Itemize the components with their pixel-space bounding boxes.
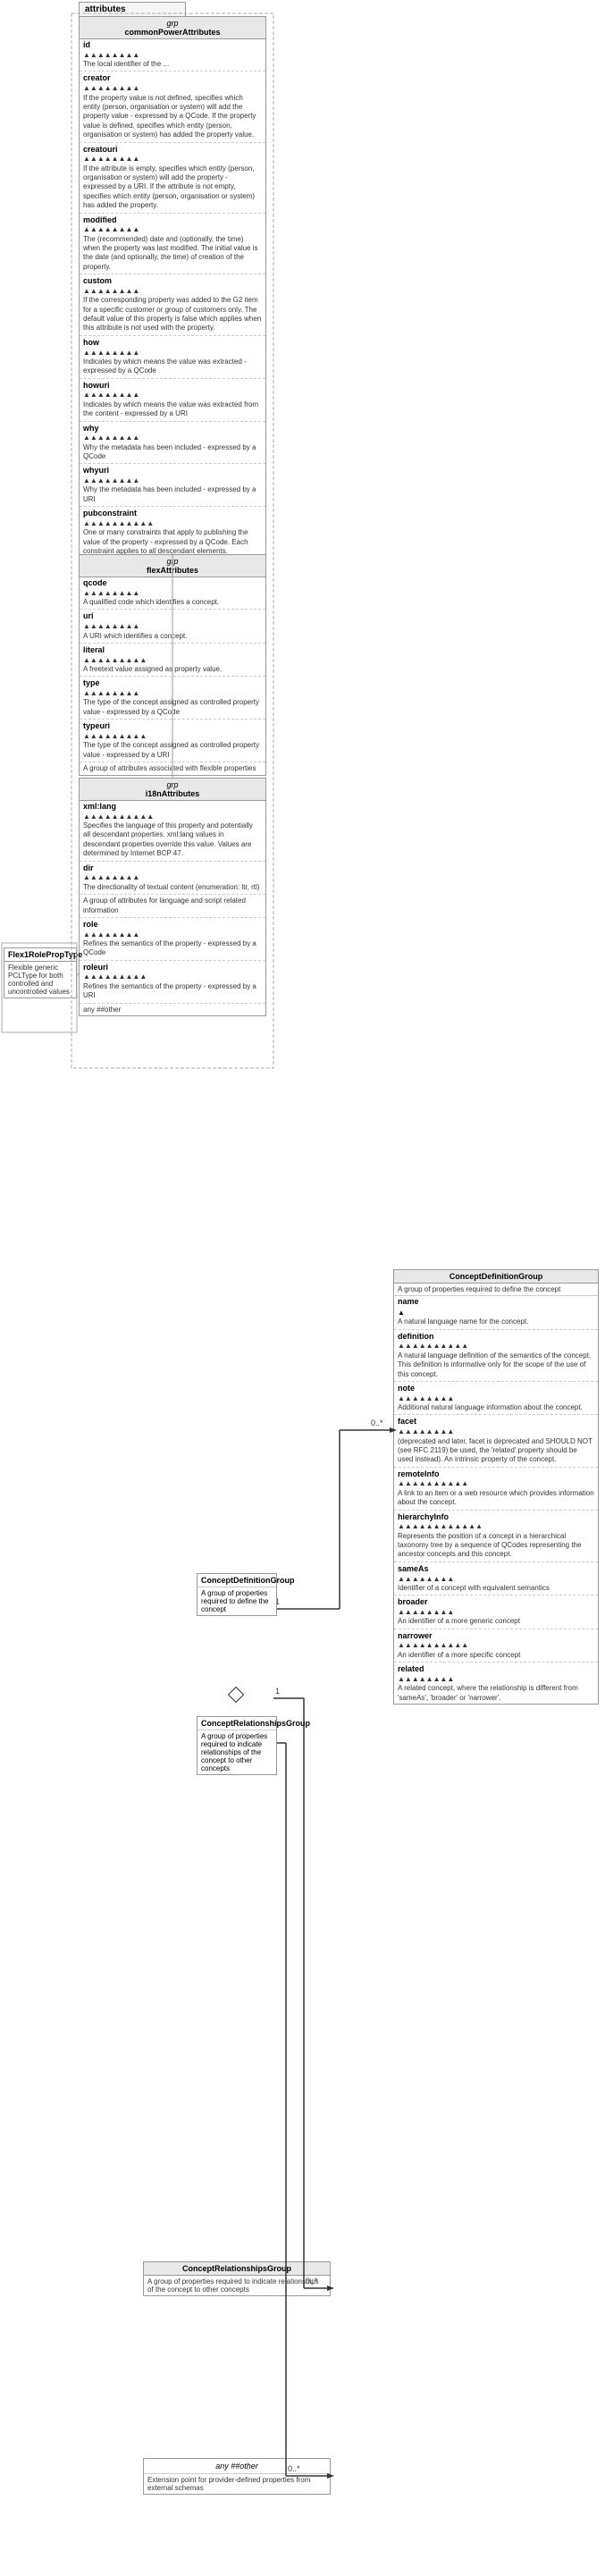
- cdef-field-facet: facet ▲▲▲▲▲▲▲▲ (deprecated and later, fa…: [394, 1416, 598, 1465]
- common-power-attributes-box: grp commonPowerAttributes id ▲▲▲▲▲▲▲▲ Th…: [79, 16, 266, 643]
- i18n-attributes-box: grp i18nAttributes xml:lang ▲▲▲▲▲▲▲▲▲▲ S…: [79, 778, 266, 1016]
- cdef-field-name: name ▲ A natural language name for the c…: [394, 1296, 598, 1328]
- cdef-field-note: note ▲▲▲▲▲▲▲▲ Additional natural languag…: [394, 1383, 598, 1413]
- i18n-attributes-header: grp i18nAttributes: [80, 779, 265, 801]
- concept-definition-group-header: ConceptDefinitionGroup: [394, 1270, 598, 1284]
- cdef-field-broader: broader ▲▲▲▲▲▲▲▲ An identifier of a more…: [394, 1596, 598, 1627]
- cdef-field-narrower: narrower ▲▲▲▲▲▲▲▲▲▲ An identifier of a m…: [394, 1630, 598, 1661]
- concept-relationships-header: ConceptRelationshipsGroup: [144, 2262, 330, 2276]
- i18n-field-roleuri: roleuri ▲▲▲▲▲▲▲▲▲ Refines the semantics …: [80, 962, 265, 1002]
- concept-relationships-group-box: ConceptRelationshipsGroup A group of pro…: [143, 2261, 331, 2296]
- flex-field-standard: A group of attributes associated with fl…: [80, 763, 265, 774]
- concept-rel-desc: A group of properties required to indica…: [144, 2276, 330, 2295]
- field-pubconstraint: pubconstraint ▲▲▲▲▲▲▲▲▲▲ One or many con…: [80, 508, 265, 557]
- field-how: how ▲▲▲▲▲▲▲▲ Indicates by which means th…: [80, 337, 265, 377]
- concept-rel-connector: ConceptRelationshipsGroup A group of pro…: [197, 1716, 277, 1775]
- concept-item-desc: A group of properties required to define…: [197, 1587, 276, 1615]
- cdef-field-definition: definition ▲▲▲▲▲▲▲▲▲▲ A natural language…: [394, 1331, 598, 1380]
- any-other-desc: Extension point for provider-defined pro…: [144, 2473, 330, 2494]
- any-other-label: any ##other: [144, 2459, 330, 2473]
- flex1-role-desc: Flexible generic PCLType for both contro…: [4, 962, 76, 998]
- any-other-box: any ##other Extension point for provider…: [143, 2458, 331, 2495]
- field-modified: modified ▲▲▲▲▲▲▲▲ The (recommended) date…: [80, 215, 265, 274]
- concept-item-box: ConceptDefinitionGroup A group of proper…: [197, 1573, 277, 1616]
- field-creator: creator ▲▲▲▲▲▲▲▲ If the property value i…: [80, 72, 265, 140]
- flex-field-uri: uri ▲▲▲▲▲▲▲▲ A URI which identifies a co…: [80, 610, 265, 641]
- cdef-field-hierarchyinfo: hierarchyInfo ▲▲▲▲▲▲▲▲▲▲▲▲ Represents th…: [394, 1511, 598, 1561]
- field-custom: custom ▲▲▲▲▲▲▲▲ If the corresponding pro…: [80, 275, 265, 334]
- field-whyuri: whyuri ▲▲▲▲▲▲▲▲ Why the metadata has bee…: [80, 465, 265, 505]
- svg-text:1: 1: [275, 1687, 280, 1696]
- concept-rel-connector-header: ConceptRelationshipsGroup: [197, 1717, 276, 1730]
- concept-rel-connector-desc: A group of properties required to indica…: [197, 1730, 276, 1774]
- cdef-field-remoteinfo: remoteInfo ▲▲▲▲▲▲▲▲▲▲ A link to an item …: [394, 1469, 598, 1509]
- diagram-container: attributes grp commonPowerAttributes id …: [0, 0, 605, 2576]
- cdef-field-related: related ▲▲▲▲▲▲▲▲ A related concept, wher…: [394, 1663, 598, 1704]
- i18n-field-xmllang: xml:lang ▲▲▲▲▲▲▲▲▲▲ Specifies the langua…: [80, 801, 265, 860]
- i18n-field-role: role ▲▲▲▲▲▲▲▲ Refines the semantics of t…: [80, 919, 265, 959]
- field-why: why ▲▲▲▲▲▲▲▲ Why the metadata has been i…: [80, 423, 265, 463]
- cdef-field-sameas: sameAs ▲▲▲▲▲▲▲▲ Identifier of a concept …: [394, 1563, 598, 1594]
- svg-text:0..*: 0..*: [371, 1418, 383, 1427]
- flex1-role-title: Flex1RolePropType: [4, 948, 76, 962]
- field-howuri: howuri ▲▲▲▲▲▲▲▲ Indicates by which means…: [80, 380, 265, 420]
- i18n-field-dir: dir ▲▲▲▲▲▲▲▲ The directionality of textu…: [80, 863, 265, 893]
- i18n-field-other: any ##other: [80, 1005, 265, 1015]
- title-text: attributes: [85, 4, 126, 14]
- flex-field-literal: literal ▲▲▲▲▲▲▲▲▲ A freetext value assig…: [80, 644, 265, 675]
- flex-field-qcode: qcode ▲▲▲▲▲▲▲▲ A qualified code which id…: [80, 577, 265, 608]
- flex-field-type: type ▲▲▲▲▲▲▲▲ The type of the concept as…: [80, 678, 265, 718]
- flex1-role-prop-type-box: Flex1RolePropType Flexible generic PCLTy…: [4, 947, 77, 998]
- common-power-attributes-header: grp commonPowerAttributes: [80, 17, 265, 39]
- flex-attributes-header: grp flexAttributes: [80, 555, 265, 577]
- concept-def-desc: A group of properties required to define…: [394, 1284, 598, 1296]
- concept-definition-group-box: ConceptDefinitionGroup A group of proper…: [393, 1269, 599, 1705]
- i18n-field-group-desc: A group of attributes for language and s…: [80, 896, 265, 916]
- concept-item-header: ConceptDefinitionGroup: [197, 1574, 276, 1587]
- flex-field-typeuri: typeuri ▲▲▲▲▲▲▲▲▲ The type of the concep…: [80, 720, 265, 761]
- field-creatouri: creatouri ▲▲▲▲▲▲▲▲ If the attribute is e…: [80, 144, 265, 212]
- flex-attributes-box: grp flexAttributes qcode ▲▲▲▲▲▲▲▲ A qual…: [79, 554, 266, 776]
- diagram-title: attributes: [79, 2, 186, 17]
- field-id: id ▲▲▲▲▲▲▲▲ The local identifier of the …: [80, 39, 265, 70]
